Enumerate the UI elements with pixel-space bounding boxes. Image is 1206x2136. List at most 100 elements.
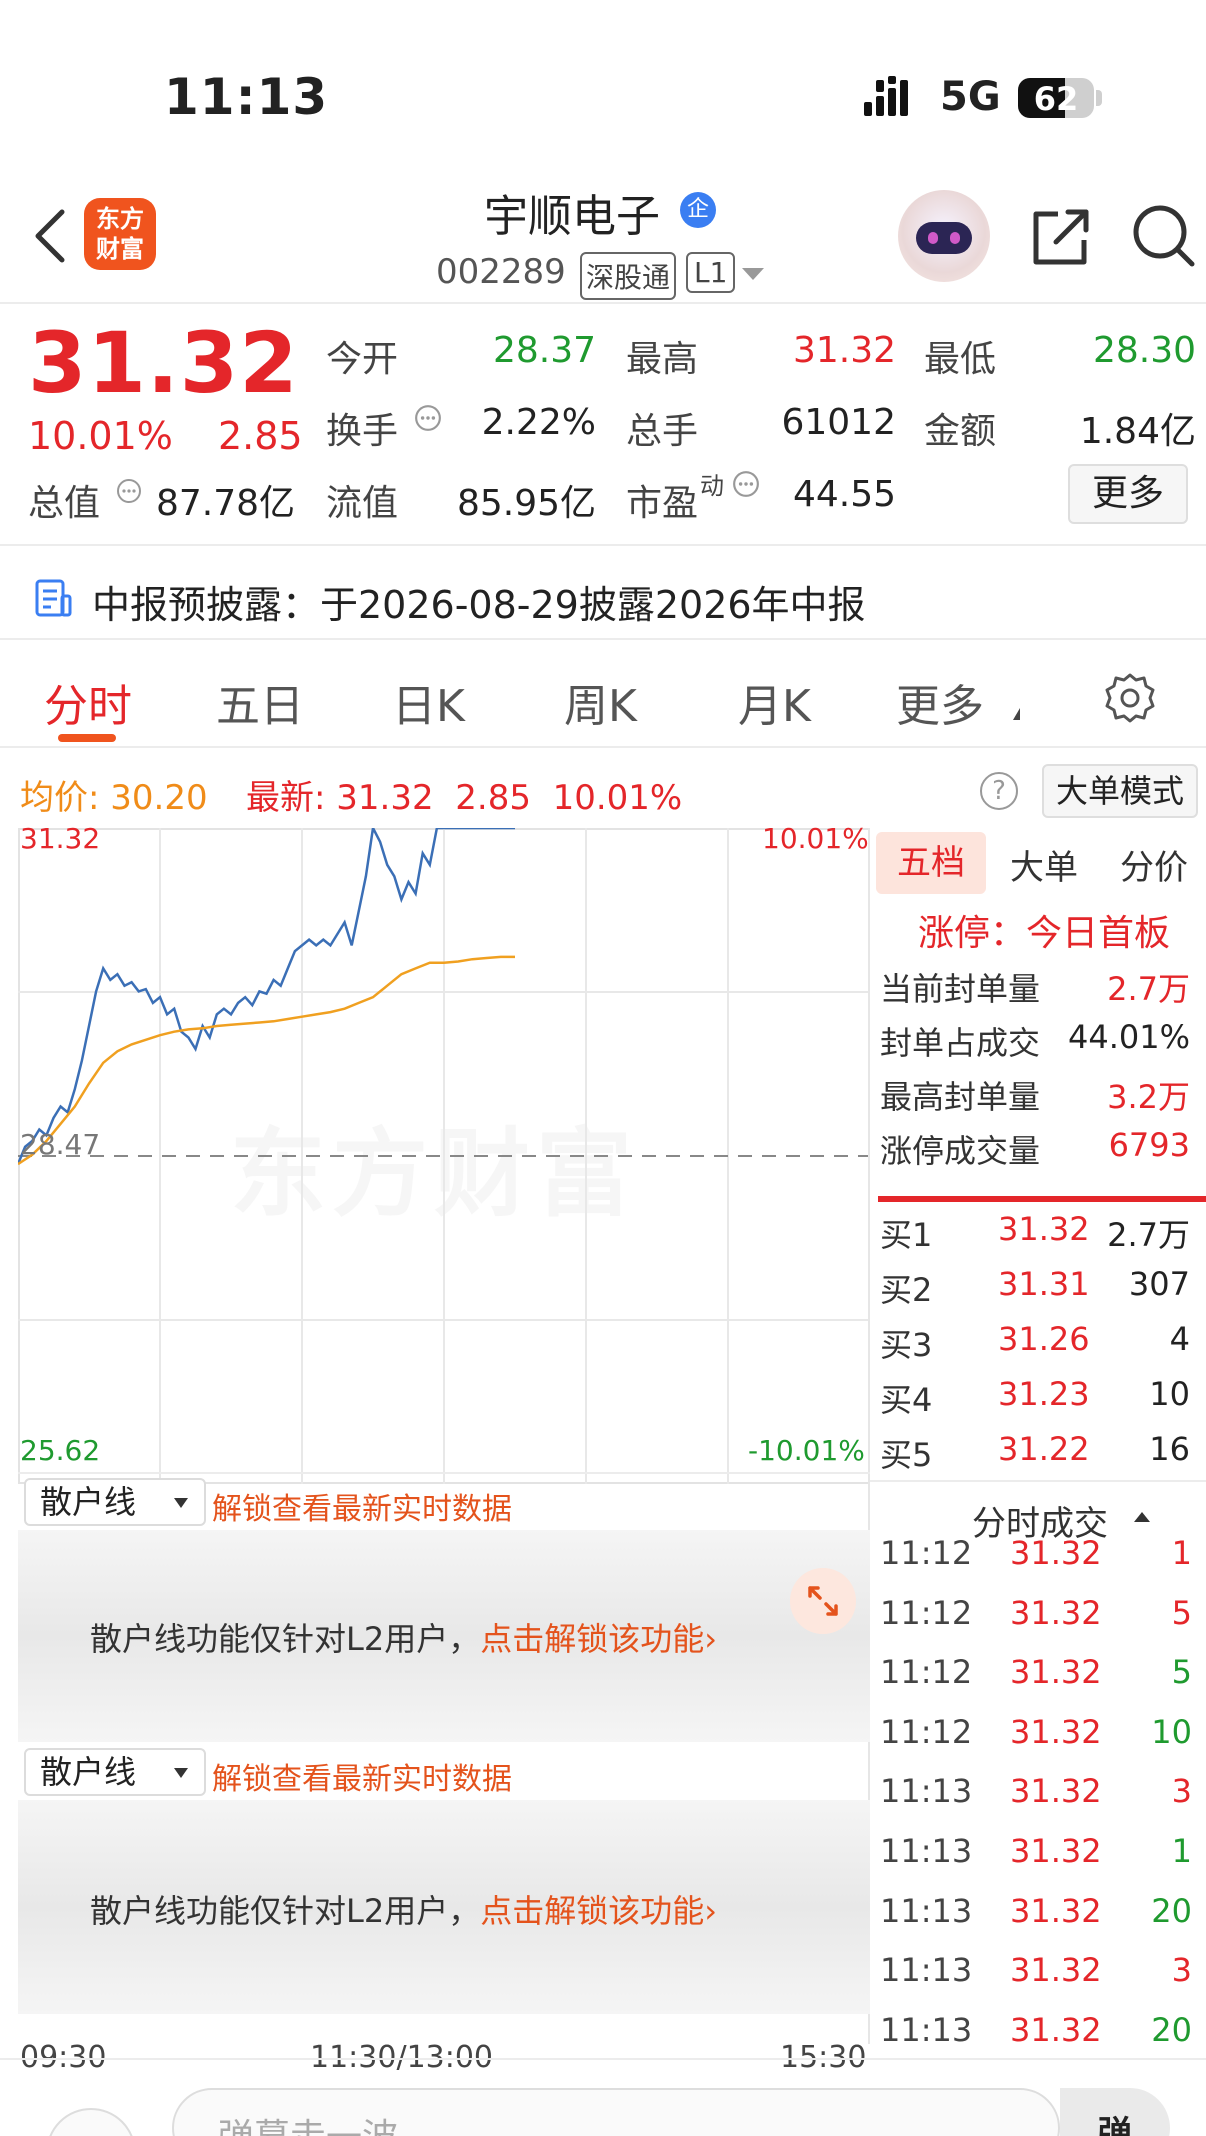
bid-price: 31.23 [998, 1375, 1090, 1413]
trade-row[interactable]: 11:13 31.32 20 [880, 1892, 1206, 1936]
big-order-mode-button[interactable]: 大单模式 [1042, 764, 1198, 818]
trade-price: 31.32 [1010, 1951, 1102, 1990]
trade-price: 31.32 [1010, 2010, 1102, 2049]
bid-price: 31.31 [998, 1265, 1090, 1303]
unlock-realtime-link-2[interactable]: 解锁查看最新实时数据 [212, 1754, 512, 1798]
tab-more[interactable]: 更多 [896, 670, 984, 734]
trade-row[interactable]: 11:13 31.32 20 [880, 2011, 1206, 2055]
tab-weekly-k[interactable]: 周K [564, 670, 637, 734]
seal-value: 44.01% [1067, 1018, 1190, 1056]
app-logo: 东方 财富 [84, 198, 156, 270]
divider [18, 1472, 870, 1474]
trade-volume: 5 [1171, 1593, 1192, 1632]
trade-row[interactable]: 11:13 31.32 1 [880, 1832, 1206, 1876]
interim-report-notice[interactable]: 中报预披露：于2026-08-29披露2026年中报 [92, 574, 866, 629]
info-icon[interactable] [116, 478, 142, 504]
seal-value: 6793 [1108, 1126, 1190, 1164]
seal-label: 当前封单量 [880, 970, 1041, 1008]
tab-monthly-k[interactable]: 月K [738, 670, 811, 734]
l2-locked-message: 散户线功能仅针对L2用户，点击解锁该功能› [90, 1614, 717, 1660]
retail-line-select-label-2: 散户线 [40, 1753, 137, 1791]
enterprise-badge-icon: 企 [680, 192, 716, 228]
l2-unlock-link-2[interactable]: 点击解锁该功能 [480, 1892, 704, 1930]
seal-value: 3.2万 [1107, 1078, 1190, 1116]
battery-level: 62 [1033, 80, 1079, 118]
tab-five-day[interactable]: 五日 [216, 670, 304, 734]
trade-row[interactable]: 11:12 31.32 10 [880, 1713, 1206, 1757]
open-value: 28.37 [492, 330, 596, 371]
bid-level: 买1 [880, 1216, 933, 1254]
document-icon [35, 579, 72, 617]
trade-volume: 3 [1171, 1951, 1192, 1990]
seal-label: 最高封单量 [880, 1078, 1041, 1116]
trade-row[interactable]: 11:12 31.32 5 [880, 1653, 1206, 1697]
stock-name: 宇顺电子 [484, 191, 660, 242]
bid-level: 买5 [880, 1436, 933, 1474]
price-line [18, 828, 515, 1165]
order-book-row[interactable]: 买2 31.31 307 [880, 1265, 1206, 1309]
info-icon[interactable] [414, 404, 442, 432]
trade-time: 11:12 [880, 1712, 973, 1751]
tab-big-orders[interactable]: 大单 [1010, 840, 1078, 889]
latest-price-value: 31.32 [336, 778, 434, 818]
share-icon[interactable] [1028, 204, 1094, 270]
trade-time: 11:12 [880, 1653, 973, 1692]
bid-price: 31.26 [998, 1320, 1090, 1358]
status-time: 11:13 [164, 68, 329, 126]
chevron-down-icon[interactable] [742, 268, 764, 280]
chevron-right-icon: › [704, 1620, 718, 1658]
bid-volume: 2.7万 [1107, 1216, 1190, 1254]
caret-up-icon[interactable] [1134, 1512, 1150, 1522]
average-price-label: 均价: [20, 778, 100, 818]
trade-row[interactable]: 11:13 31.32 3 [880, 1951, 1206, 1995]
tab-intraday[interactable]: 分时 [44, 670, 132, 734]
bid-level: 买3 [880, 1326, 933, 1364]
trade-row[interactable]: 11:13 31.32 3 [880, 1772, 1206, 1816]
unlock-realtime-link[interactable]: 解锁查看最新实时数据 [212, 1484, 512, 1528]
amount-value: 1.84亿 [1079, 411, 1196, 452]
order-book-row[interactable]: 买5 31.22 16 [880, 1430, 1206, 1474]
order-book-row[interactable]: 买4 31.23 10 [880, 1375, 1206, 1419]
search-icon[interactable] [1130, 202, 1196, 268]
order-book-row[interactable]: 买1 31.32 2.7万 [880, 1210, 1206, 1254]
intraday-chart[interactable] [18, 828, 870, 1484]
gear-icon[interactable] [1104, 672, 1156, 724]
trade-row[interactable]: 11:12 31.32 5 [880, 1594, 1206, 1638]
trade-time: 11:13 [880, 1832, 973, 1870]
trade-volume: 5 [1171, 1653, 1192, 1692]
bid-level: 买2 [880, 1271, 933, 1309]
high-value: 31.32 [792, 330, 896, 371]
back-arrow-icon[interactable] [30, 206, 70, 266]
bid-level: 买4 [880, 1381, 933, 1419]
tab-price-distribution[interactable]: 分价 [1120, 840, 1188, 889]
float-value-label: 流值 [326, 483, 399, 524]
tab-five-levels[interactable]: 五档 [876, 832, 986, 894]
turnover-value: 2.22% [481, 402, 596, 443]
comment-icon[interactable] [46, 2108, 136, 2136]
l2-unlock-link[interactable]: 点击解锁该功能 [480, 1620, 704, 1658]
danmaku-input[interactable]: 弹幕走一波 [172, 2088, 1060, 2136]
help-icon[interactable]: ? [980, 772, 1018, 810]
divider [0, 302, 1206, 304]
battery-tip [1096, 90, 1102, 106]
divider [0, 2058, 1206, 2060]
trade-time: 11:13 [880, 2010, 973, 2049]
divider [0, 638, 1206, 640]
bid-price: 31.22 [998, 1430, 1090, 1468]
danmaku-send-button[interactable]: 弹 [1060, 2088, 1170, 2136]
battery-icon: 62 [1018, 78, 1094, 118]
trade-price: 31.32 [1010, 1891, 1102, 1930]
pe-label: 市盈 [626, 483, 699, 524]
level-tag: L1 [686, 252, 736, 293]
float-value: 85.95亿 [456, 483, 596, 524]
trade-row[interactable]: 11:12 31.32 1 [880, 1534, 1206, 1578]
trade-volume: 1 [1171, 1534, 1192, 1572]
tab-daily-k[interactable]: 日K [392, 670, 465, 734]
retail-line-select[interactable]: 散户线 [24, 1478, 206, 1526]
expand-icon[interactable] [790, 1568, 856, 1634]
robot-assistant-avatar[interactable] [898, 190, 990, 282]
order-book-row[interactable]: 买3 31.26 4 [880, 1320, 1206, 1364]
more-button[interactable]: 更多 [1068, 464, 1188, 524]
change-percent: 10.01% [28, 414, 173, 458]
retail-line-select-2[interactable]: 散户线 [24, 1748, 206, 1796]
